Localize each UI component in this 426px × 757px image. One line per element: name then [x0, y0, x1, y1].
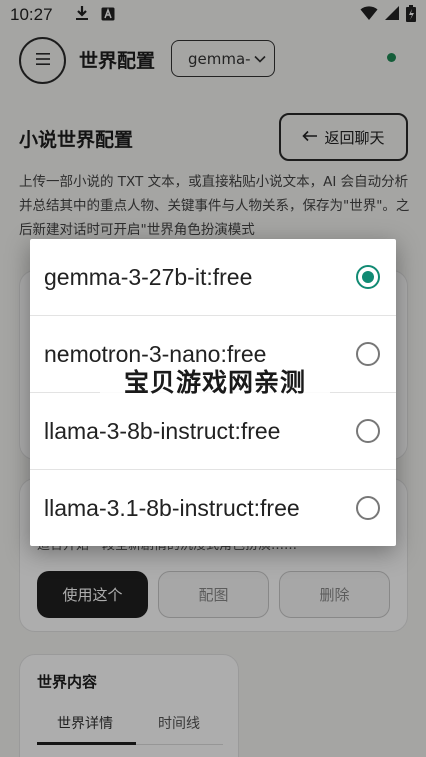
- radio-button[interactable]: [356, 419, 380, 443]
- model-option-label: llama-3.1-8b-instruct:free: [44, 495, 300, 521]
- model-option[interactable]: llama-3-8b-instruct:free: [30, 393, 396, 470]
- model-option[interactable]: gemma-3-27b-it:free: [30, 239, 396, 316]
- radio-button-selected[interactable]: [356, 265, 380, 289]
- watermark: 宝贝游戏网亲测: [100, 364, 330, 398]
- radio-button[interactable]: [356, 496, 380, 520]
- model-option[interactable]: llama-3.1-8b-instruct:free: [30, 470, 396, 546]
- model-option-label: llama-3-8b-instruct:free: [44, 417, 281, 444]
- model-option-label: gemma-3-27b-it:free: [44, 263, 253, 290]
- radio-button[interactable]: [356, 342, 380, 366]
